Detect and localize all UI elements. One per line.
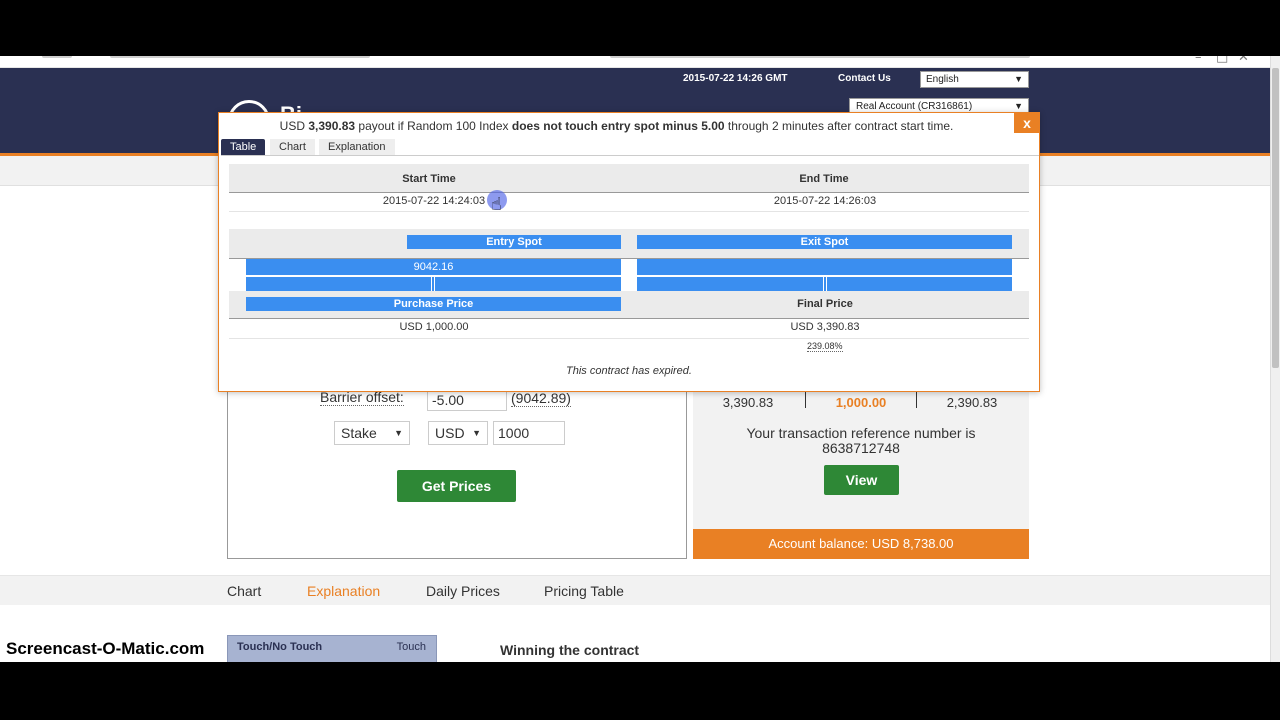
browser-chrome-strip: – □ ✕: [0, 56, 1280, 68]
view-button[interactable]: View: [824, 465, 899, 495]
transaction-reference: Your transaction reference number is 863…: [693, 426, 1029, 456]
account-balance: Account balance: USD 8,738.00: [693, 529, 1029, 559]
divider: [229, 338, 1029, 339]
stake-type-select[interactable]: Stake ▼: [334, 421, 410, 445]
tab-chart[interactable]: Chart: [227, 583, 261, 599]
title-amount: 3,390.83: [308, 119, 356, 133]
stake-type-value: Stake: [341, 425, 377, 441]
purchase-price-value: USD 1,000.00: [399, 321, 469, 333]
purchase-result: 3,390.83 1,000.00 2,390.83 Your transact…: [693, 376, 1029, 529]
currency-select[interactable]: USD ▼: [428, 421, 488, 445]
end-time-value: 2015-07-22 14:26:03: [773, 195, 877, 207]
account-value: Real Account (CR316861): [856, 101, 973, 112]
currency-value: USD: [435, 425, 465, 441]
start-time-value: 2015-07-22 14:24:03: [382, 195, 486, 207]
reference-number: 8638712748: [822, 440, 900, 456]
payout-value: 3,390.83: [722, 395, 774, 410]
hand-cursor-icon: ☝: [491, 194, 502, 215]
tab-table[interactable]: Table: [221, 139, 266, 155]
pricing-form: Barrier offset: (9042.89) Stake ▼ USD ▼ …: [227, 376, 687, 559]
touch-no-touch-card: Touch/No Touch Touch: [227, 635, 437, 662]
start-time-label: Start Time: [402, 173, 456, 185]
watermark: Screencast-O-Matic.com: [6, 639, 205, 658]
cost-value: 1,000.00: [835, 395, 887, 410]
dialog-title: USD 3,390.83 payout if Random 100 Index …: [219, 119, 1014, 133]
title-duration: through 2 minutes after contract start t…: [727, 119, 954, 133]
tick-mark: [826, 277, 827, 291]
chevron-down-icon: ▼: [394, 428, 403, 438]
screen: – □ ✕ 2015-07-22 14:26 GMT Contact Us En…: [0, 0, 1280, 720]
maximize-icon[interactable]: □: [1216, 56, 1228, 65]
contact-us-link[interactable]: Contact Us: [838, 73, 891, 84]
chevron-down-icon: ▼: [472, 428, 481, 438]
tab-daily-prices[interactable]: Daily Prices: [426, 583, 500, 599]
title-currency: USD: [279, 119, 305, 133]
divider: [229, 211, 1029, 212]
chrome-ghost-url: [110, 56, 370, 58]
profit-value: 2,390.83: [946, 395, 998, 410]
final-price-value: USD 3,390.83: [790, 321, 860, 333]
amount-input[interactable]: [493, 421, 565, 445]
close-icon[interactable]: x: [1014, 113, 1040, 133]
tab-chart[interactable]: Chart: [270, 139, 315, 155]
tick-mark: [434, 277, 435, 291]
chevron-down-icon: ▼: [1014, 101, 1023, 111]
entry-spot-label: Entry Spot: [486, 236, 542, 248]
touch-card-label: Touch: [396, 641, 426, 653]
reference-text: Your transaction reference number is: [746, 425, 976, 441]
contract-details-dialog: USD 3,390.83 payout if Random 100 Index …: [218, 112, 1040, 392]
server-time: 2015-07-22 14:26 GMT: [683, 73, 788, 84]
dialog-tabs: Table Chart Explanation: [221, 137, 1039, 156]
get-prices-button[interactable]: Get Prices: [397, 470, 516, 502]
entry-spot-value: 9042.16: [413, 261, 454, 273]
exit-spot-bar: [637, 277, 1012, 291]
barrier-absolute-value: (9042.89): [511, 390, 571, 407]
scrollbar-thumb[interactable]: [1272, 68, 1279, 368]
bottom-tabs: Chart Explanation Daily Prices Pricing T…: [0, 575, 1270, 605]
exit-spot-value-highlight: [637, 259, 1012, 275]
time-header-row: Start Time End Time: [229, 164, 1029, 193]
top-bar: 2015-07-22 14:26 GMT Contact Us English …: [0, 68, 1270, 90]
winning-heading: Winning the contract: [500, 642, 640, 658]
barrier-offset-input[interactable]: [427, 389, 507, 411]
tab-explanation[interactable]: Explanation: [319, 139, 395, 155]
contract-status: This contract has expired.: [566, 365, 692, 377]
tab-explanation[interactable]: Explanation: [307, 583, 380, 599]
browser-viewport: – □ ✕ 2015-07-22 14:26 GMT Contact Us En…: [0, 56, 1280, 662]
tick-mark: [431, 277, 432, 291]
language-value: English: [926, 74, 959, 85]
exit-spot-label: Exit Spot: [800, 236, 849, 248]
title-underlying: payout if Random 100 Index: [358, 119, 509, 133]
minimize-icon[interactable]: –: [1195, 56, 1202, 65]
chrome-ghost-url-tail: [610, 56, 1030, 58]
language-select[interactable]: English ▼: [920, 71, 1029, 88]
title-condition: does not touch entry spot minus 5.00: [511, 119, 725, 133]
close-window-icon[interactable]: ✕: [1238, 56, 1249, 65]
return-percentage: 239.08%: [807, 341, 843, 352]
end-time-label: End Time: [799, 173, 849, 185]
page-scrollbar[interactable]: [1270, 56, 1280, 662]
chevron-down-icon: ▼: [1014, 74, 1023, 84]
purchase-price-label: Purchase Price: [393, 298, 474, 310]
touch-card-title: Touch/No Touch: [237, 641, 323, 653]
final-price-label: Final Price: [797, 298, 853, 310]
tick-mark: [823, 277, 824, 291]
chrome-ghost-icons: [42, 56, 72, 58]
tab-pricing-table[interactable]: Pricing Table: [544, 583, 624, 599]
